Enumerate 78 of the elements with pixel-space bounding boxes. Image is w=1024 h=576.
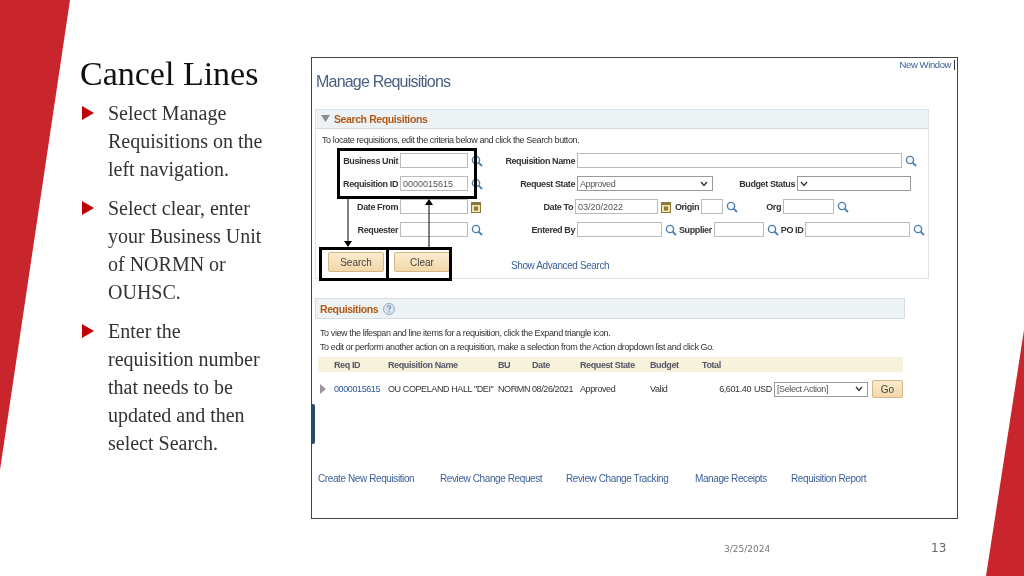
nav-link[interactable]: Review Change Request [440, 473, 566, 484]
column-header: Total [702, 359, 722, 370]
action-dropdown[interactable]: [Select Action] [774, 381, 868, 397]
field-label: Date To [542, 201, 574, 212]
nav-link[interactable]: Manage Receipts [695, 473, 791, 484]
table-cell-text: 6,601.40 [718, 384, 752, 394]
slide-title: Cancel Lines [80, 55, 260, 93]
text-field[interactable] [400, 153, 468, 168]
column-header: Requisition Name [388, 359, 459, 370]
table-cell-text: Approved [580, 384, 617, 394]
field-label: Entered By [530, 224, 577, 235]
table-cell-text: USD [754, 384, 773, 394]
field-label: Origin [673, 201, 700, 212]
slide-date: 3/25/2024 [724, 544, 771, 554]
column-header: Budget [650, 359, 680, 370]
field-label: Business Unit [342, 155, 400, 166]
field-label: Org [765, 201, 782, 212]
instruction-text: To edit or perform another action on a requisition, make a selection from the Action dropdown list and click Go. [320, 340, 715, 354]
table-cell-text: OU COPELAND HALL "DEI" [388, 384, 495, 394]
text-field[interactable]: 0000015615 [400, 176, 468, 191]
action-button[interactable]: Search [328, 252, 384, 272]
bullet-icon [82, 324, 94, 338]
calendar-icon[interactable] [661, 200, 671, 213]
text-field[interactable] [805, 222, 911, 237]
requisition-link[interactable]: 0000015615 [334, 384, 388, 394]
section-heading: Requisitions [320, 302, 379, 315]
field-label: Date From [356, 201, 399, 212]
field-label: Request State [519, 178, 576, 189]
instruction-text: To view the lifespan and line items for a requisition, click the Expand triangle icon. [320, 327, 612, 340]
bullet-text: Enter the requisition number that needs to be updated and then select Search. [108, 319, 261, 456]
field-label: Requester [356, 224, 400, 235]
collapse-icon[interactable] [321, 115, 330, 123]
nav-link[interactable]: Create New Requisition [318, 473, 440, 484]
nav-link[interactable]: Requisition Report [791, 473, 957, 484]
calendar-icon[interactable] [471, 200, 481, 213]
field-label: Requisition ID [342, 178, 399, 189]
action-button[interactable]: Clear [394, 252, 450, 272]
advanced-search-link[interactable]: Show Advanced Search [511, 259, 610, 271]
go-button[interactable]: Go [872, 380, 903, 398]
bullet-text: Select clear, enter your Business Unit of NORMN or OUHSC. [108, 196, 263, 305]
text-field[interactable] [577, 222, 662, 237]
dropdown-field[interactable]: Approved [577, 176, 713, 191]
column-header: Request State [580, 359, 636, 370]
nav-link[interactable]: Review Change Tracking [566, 473, 695, 484]
bullet-text: Select Manage Requisitions on the left navigation. [108, 101, 264, 183]
table-cell-text: 08/26/2021 [532, 384, 575, 394]
field-label: Supplier [679, 224, 713, 235]
highlight-frame [386, 247, 452, 281]
help-icon[interactable] [383, 302, 396, 315]
column-header: Date [532, 359, 551, 370]
column-header: Req ID [334, 359, 362, 370]
bullet-icon [82, 201, 94, 215]
field-label: Budget Status [738, 178, 796, 189]
text-field[interactable] [400, 199, 468, 214]
field-label: PO ID [780, 224, 805, 235]
section-heading: Search Requisitions [334, 113, 428, 125]
column-header: BU [498, 359, 512, 370]
bullet-icon [82, 106, 94, 120]
text-field[interactable] [783, 199, 834, 214]
table-cell-text: Valid [650, 384, 669, 394]
text-field[interactable] [701, 199, 723, 214]
text-field[interactable] [713, 222, 764, 237]
instruction-text: To locate requisitions, edit the criteria below and click the Search button. [322, 135, 581, 145]
text-field[interactable] [577, 153, 902, 168]
expand-icon[interactable] [320, 384, 326, 394]
arrow [425, 199, 433, 247]
search-icon[interactable] [471, 154, 483, 167]
text-field[interactable]: 03/20/2022 [575, 199, 658, 214]
new-window-link[interactable]: New Window [899, 60, 951, 70]
page-title: Manage Requisitions [316, 73, 452, 92]
table-cell-text: NORMN [498, 384, 531, 394]
text-field[interactable] [400, 222, 468, 237]
highlight-frame [319, 247, 389, 281]
search-icon[interactable] [471, 177, 483, 190]
field-label: Requisition Name [504, 155, 576, 166]
arrow [344, 199, 352, 247]
slide-number: 13 [931, 541, 947, 555]
dropdown-field[interactable] [797, 176, 911, 191]
